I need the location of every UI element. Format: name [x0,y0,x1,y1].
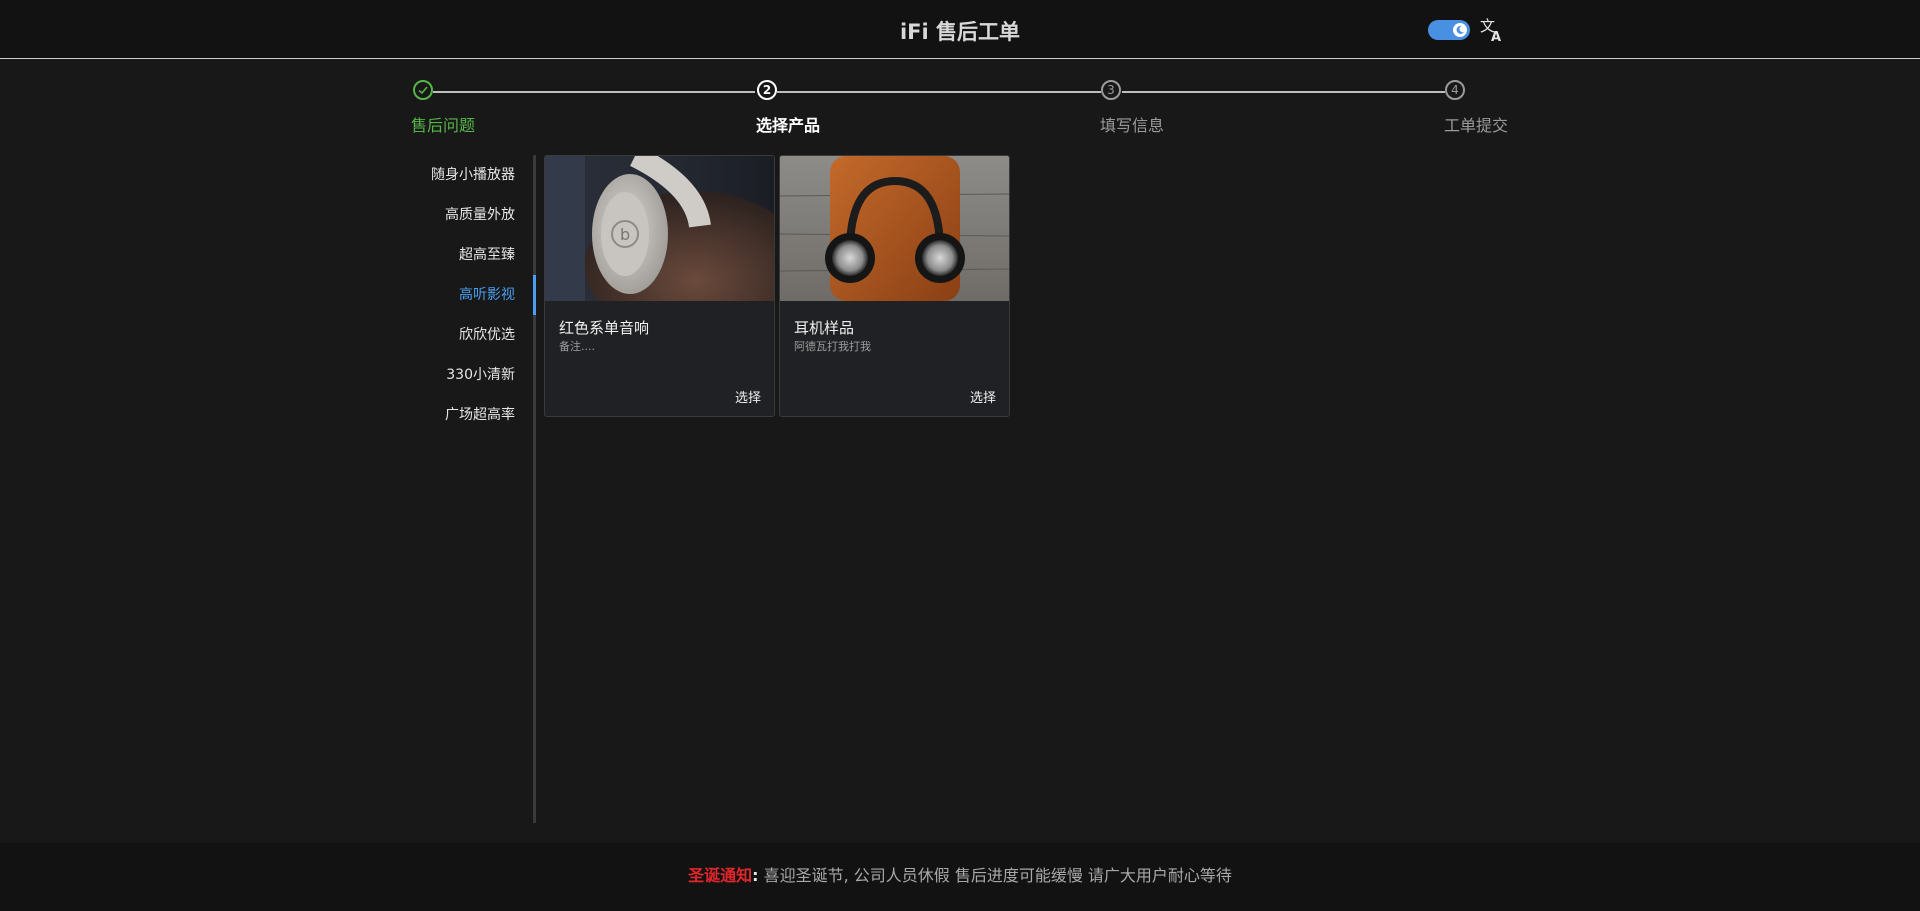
step-connector [1122,91,1445,93]
headphones-on-leather-case-photo [780,156,1009,301]
select-button[interactable]: 选择 [970,387,996,406]
notice-message: 喜迎圣诞节, 公司人员休假 售后进度可能缓慢 请广大用户耐心等待 [763,866,1232,885]
select-button[interactable]: 选择 [735,387,761,406]
step-2-label: 选择产品 [756,116,821,135]
product-card[interactable]: 耳机样品 阿德瓦打我打我 选择 [779,155,1010,417]
sidebar-item-av[interactable]: 高听影视 [400,275,535,315]
sidebar-item-speakers[interactable]: 高质量外放 [400,195,535,235]
step-4-circle: 4 [1445,80,1465,100]
sidebar-item-picks[interactable]: 欣欣优选 [400,315,535,355]
step-connector [433,91,755,93]
sidebar-active-indicator [533,275,536,315]
sidebar-divider [533,155,536,823]
notice-label: 圣诞通知 [688,866,753,885]
notice-colon: : [752,866,759,885]
sidebar-item-square[interactable]: 广场超高率 [400,395,535,435]
progress-steps: 2 3 4 售后问题 选择产品 填写信息 工单提交 [0,0,1920,150]
step-2-circle: 2 [757,80,777,100]
product-name: 耳机样品 [794,319,855,337]
step-3-label: 填写信息 [1100,116,1165,135]
product-name: 红色系单音响 [559,319,650,337]
svg-text:b: b [620,225,630,244]
step-3-circle: 3 [1101,80,1121,100]
product-note: 备注.... [559,340,595,353]
step-4-label: 工单提交 [1444,116,1509,135]
notice-footer: 圣诞通知: 喜迎圣诞节, 公司人员休假 售后进度可能缓慢 请广大用户耐心等待 [0,843,1920,911]
step-1-check-icon [413,80,433,100]
step-connector [777,91,1101,93]
step-1-label: 售后问题 [411,116,476,135]
white-headphones-photo: b [545,156,774,301]
sidebar-item-portable-player[interactable]: 随身小播放器 [400,155,535,195]
product-card[interactable]: b 红色系单音响 备注.... 选择 [544,155,775,417]
category-sidebar: 随身小播放器 高质量外放 超高至臻 高听影视 欣欣优选 330小清新 广场超高率 [400,155,535,435]
product-note: 阿德瓦打我打我 [794,340,871,353]
sidebar-item-premium[interactable]: 超高至臻 [400,235,535,275]
sidebar-item-330[interactable]: 330小清新 [400,355,535,395]
